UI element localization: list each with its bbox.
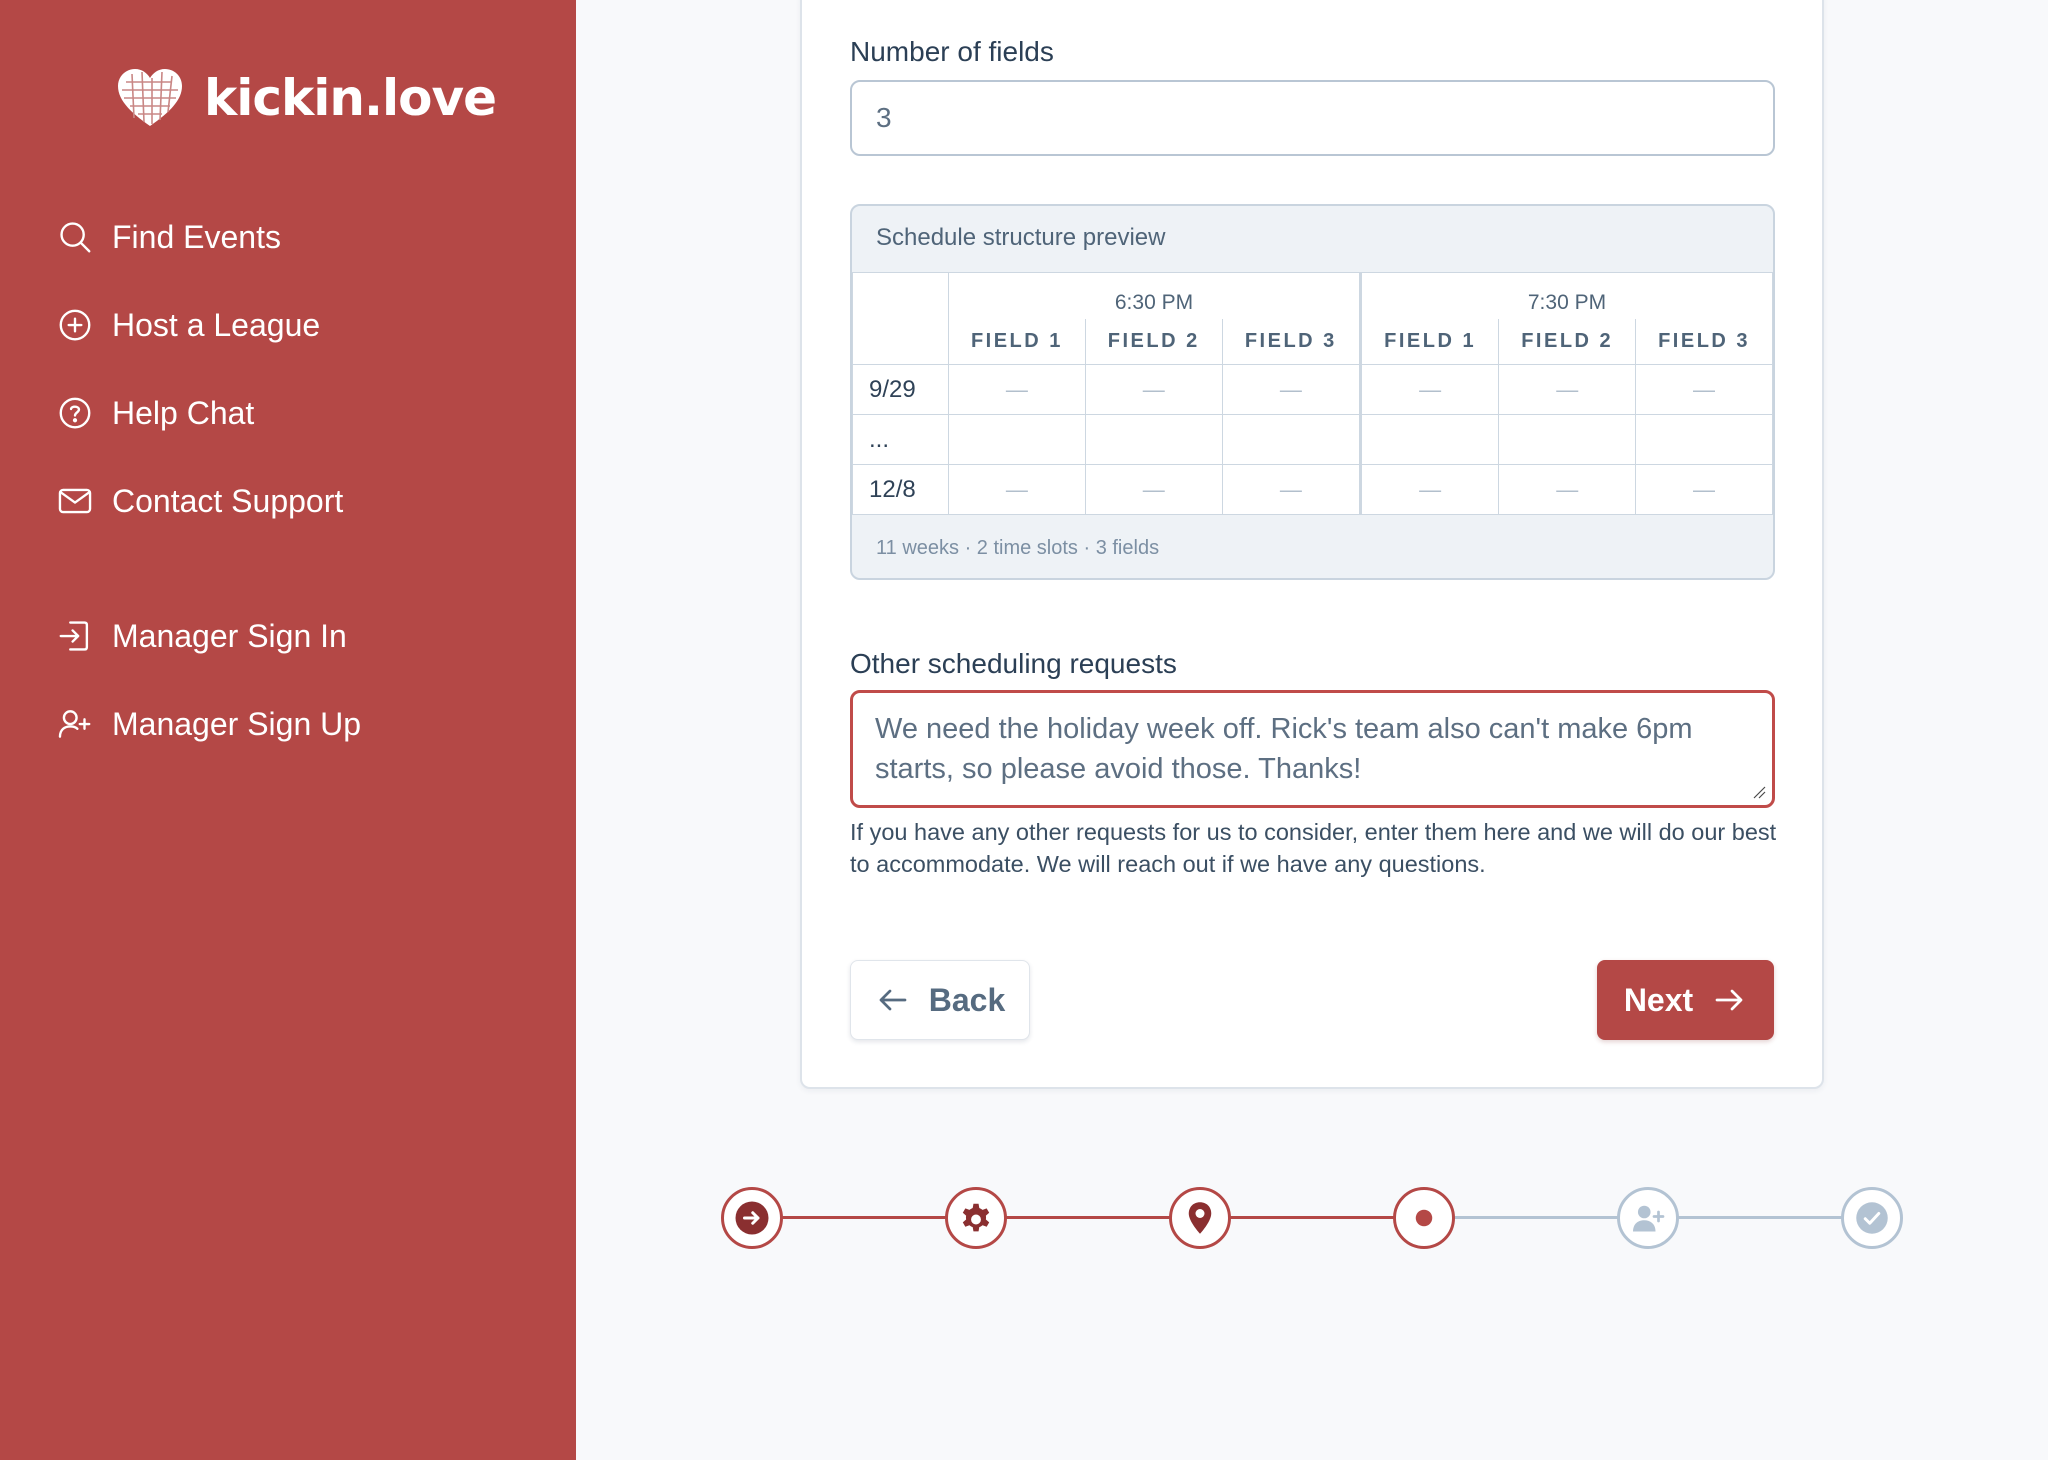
envelope-icon [58,488,92,514]
table-cell [1498,414,1637,465]
row-date: 12/8 [852,464,949,515]
table-cell [1084,414,1223,465]
resize-grip-icon[interactable] [1752,785,1766,799]
sidebar: kickin.love Find Events Host a League He… [0,0,576,1460]
sidebar-item-label: Contact Support [112,482,344,519]
gear-icon [962,1203,990,1232]
sidebar-item-contact-support[interactable]: Contact Support [56,482,343,520]
next-button[interactable]: Next [1597,960,1774,1040]
sidebar-item-manager-sign-up[interactable]: Manager Sign Up [56,705,361,743]
num-fields-input[interactable] [850,80,1775,156]
requests-helper-text: If you have any other requests for us to… [850,819,1777,877]
table-cell [948,414,1086,465]
field-header: FIELD 3 [1635,318,1773,365]
table-cell: — [1358,464,1500,515]
back-button-label: Back [928,981,1006,1018]
table-cell [1635,414,1773,465]
step-connector [1006,1216,1176,1219]
preview-summary: 11 weeks · 2 time slots · 3 fields [876,537,1160,559]
table-cell: — [1084,464,1223,515]
sign-in-icon [59,621,89,651]
sidebar-item-label: Help Chat [112,394,255,431]
table-row: ... [852,414,1773,465]
dot-icon [1415,1209,1433,1227]
sidebar-item-label: Find Events [112,218,281,255]
step-connector [1454,1216,1624,1219]
table-cell: — [948,464,1086,515]
schedule-preview: Schedule structure preview 6:30 PM 7:30 … [850,204,1775,580]
check-circle-icon [1856,1202,1888,1234]
step-connector [1230,1216,1400,1219]
requests-text: We need the holiday week off. Rick's tea… [875,713,1693,785]
table-cell: — [1635,364,1773,415]
field-header: FIELD 3 [1221,318,1361,365]
plus-circle-icon [59,309,91,341]
step-1[interactable] [721,1187,783,1249]
num-fields-label: Number of fields [850,36,1054,67]
table-row: 9/29 — — — — — — [852,364,1773,415]
table-cell: — [1084,364,1223,415]
table-cell: — [948,364,1086,415]
step-connector [1678,1216,1848,1219]
step-6[interactable] [1841,1187,1903,1249]
time-slot-header: 7:30 PM [1358,272,1773,319]
sidebar-item-manager-sign-in[interactable]: Manager Sign In [56,617,347,655]
sidebar-item-label: Manager Sign In [112,617,347,654]
heart-logo-icon [118,69,182,126]
table-cell: — [1498,364,1637,415]
map-pin-icon [1188,1202,1212,1234]
step-2[interactable] [945,1187,1007,1249]
preview-title: Schedule structure preview [876,224,1166,251]
corner-cell [852,272,949,365]
table-row: 12/8 — — — — — — [852,464,1773,515]
table-cell: — [1221,464,1361,515]
arrow-left-icon [879,989,907,1011]
user-plus-icon [58,710,91,738]
row-date: 9/29 [852,364,949,415]
sidebar-item-host-a-league[interactable]: Host a League [56,306,320,344]
next-button-label: Next [1623,981,1694,1018]
search-icon [60,222,91,253]
field-header: FIELD 2 [1498,318,1637,365]
table-cell [1358,414,1500,465]
requests-label: Other scheduling requests [850,648,1177,679]
sidebar-item-label: Manager Sign Up [112,705,362,742]
step-5[interactable] [1617,1187,1679,1249]
requests-textarea[interactable]: We need the holiday week off. Rick's tea… [850,690,1775,808]
field-header: FIELD 2 [1084,318,1223,365]
table-cell: — [1498,464,1637,515]
step-4-current[interactable] [1393,1187,1455,1249]
time-slot-header: 6:30 PM [948,272,1361,319]
back-button[interactable]: Back [850,960,1030,1040]
sidebar-item-label: Host a League [112,306,321,343]
step-3[interactable] [1169,1187,1231,1249]
brand-logo[interactable]: kickin.love [116,68,497,128]
question-circle-icon [59,397,91,429]
brand-name: kickin.love [204,69,497,127]
sidebar-item-find-events[interactable]: Find Events [56,218,281,256]
table-cell [1221,414,1361,465]
field-header: FIELD 1 [948,318,1086,365]
schedule-table: 6:30 PM 7:30 PM FIELD 1 FIELD 2 FIELD 3 … [852,272,1773,515]
table-cell: — [1635,464,1773,515]
sidebar-item-help-chat[interactable]: Help Chat [56,394,254,432]
table-cell: — [1221,364,1361,415]
user-plus-icon [1633,1205,1665,1232]
step-connector [782,1216,956,1219]
arrow-right-circle-icon [735,1201,769,1235]
row-date: ... [852,414,949,465]
table-cell: — [1358,364,1500,415]
arrow-right-icon [1715,989,1743,1011]
field-header: FIELD 1 [1358,318,1500,365]
